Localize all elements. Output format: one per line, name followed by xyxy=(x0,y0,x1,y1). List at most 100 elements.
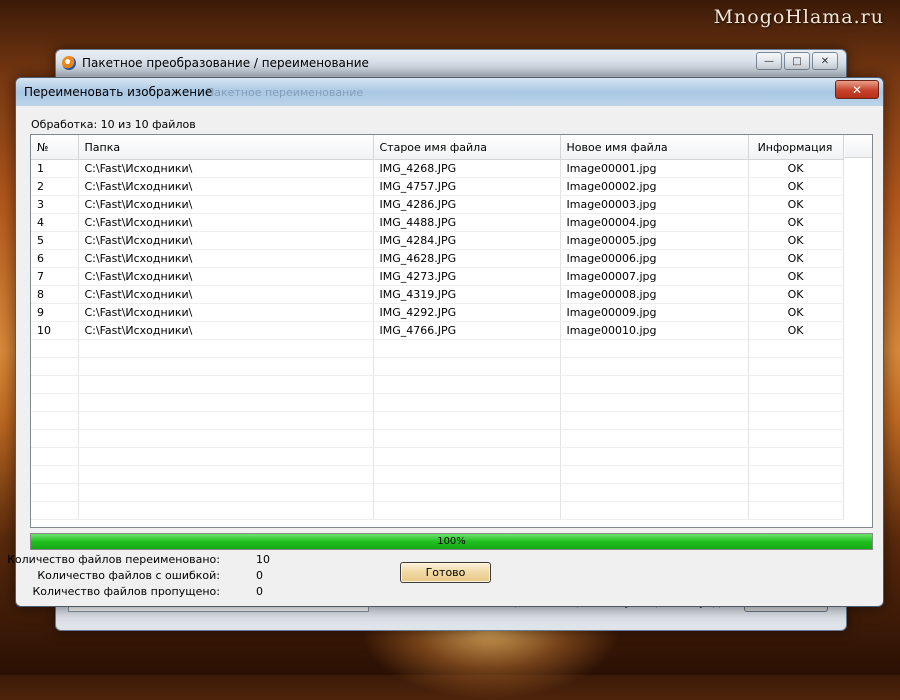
table-row[interactable]: 1 C:\Fast\Исходники\ IMG_4268.JPG Image0000… xyxy=(31,159,844,178)
minimize-button[interactable]: — xyxy=(756,52,782,70)
table-row[interactable]: 2 C:\Fast\Исходники\ IMG_4757.JPG Image0000… xyxy=(31,177,844,196)
table-row[interactable]: 5 C:\Fast\Исходники\ IMG_4284.JPG Image0000… xyxy=(31,231,844,250)
cell-number: 10 xyxy=(31,321,79,340)
cell-number: 3 xyxy=(31,195,79,214)
cell-number: 7 xyxy=(31,267,79,286)
table-row[interactable]: 10 C:\Fast\Исходники\ IMG_4766.JPG Image000… xyxy=(31,321,844,340)
cell-old-name: IMG_4628.JPG xyxy=(373,249,561,268)
cell-folder: C:\Fast\Исходники\ xyxy=(78,159,374,178)
cell-folder: C:\Fast\Исходники\ xyxy=(78,285,374,304)
cell-number: 5 xyxy=(31,231,79,250)
cell-old-name: IMG_4273.JPG xyxy=(373,267,561,286)
table-row[interactable]: 6 C:\Fast\Исходники\ IMG_4628.JPG Image0000… xyxy=(31,249,844,268)
cell-folder: C:\Fast\Исходники\ xyxy=(78,195,374,214)
cell-new-name: Image00007.jpg xyxy=(560,267,749,286)
empty-row xyxy=(31,429,844,448)
stat-renamed: Количество файлов переименовано: 10 xyxy=(7,552,270,568)
cell-info: OK xyxy=(748,231,844,250)
stats-panel: Количество файлов переименовано: 10 Коли… xyxy=(7,552,270,600)
column-header-old-name[interactable]: Старое имя файла xyxy=(373,135,561,160)
dialog-title: Переименовать изображение xyxy=(24,85,213,99)
cell-new-name: Image00009.jpg xyxy=(560,303,749,322)
cell-old-name: IMG_4286.JPG xyxy=(373,195,561,214)
cell-info: OK xyxy=(748,321,844,340)
empty-row xyxy=(31,483,844,502)
stat-label: Количество файлов переименовано: xyxy=(7,553,220,566)
cell-new-name: Image00010.jpg xyxy=(560,321,749,340)
empty-row xyxy=(31,393,844,412)
empty-row xyxy=(31,357,844,376)
cell-info: OK xyxy=(748,303,844,322)
dialog-ghost-title: Пакетное переименование xyxy=(206,86,364,99)
cell-info: OK xyxy=(748,195,844,214)
cell-old-name: IMG_4319.JPG xyxy=(373,285,561,304)
cell-new-name: Image00005.jpg xyxy=(560,231,749,250)
cell-new-name: Image00003.jpg xyxy=(560,195,749,214)
cell-number: 1 xyxy=(31,159,79,178)
cell-folder: C:\Fast\Исходники\ xyxy=(78,231,374,250)
column-header-folder[interactable]: Папка xyxy=(78,135,374,160)
processing-status: Обработка: 10 из 10 файлов xyxy=(31,118,196,131)
column-header-new-name[interactable]: Новое имя файла xyxy=(560,135,749,160)
progress-bar: 100% xyxy=(30,533,873,550)
table-row[interactable]: 4 C:\Fast\Исходники\ IMG_4488.JPG Image0000… xyxy=(31,213,844,232)
maximize-button[interactable]: □ xyxy=(784,52,810,70)
done-button[interactable]: Готово xyxy=(400,562,491,583)
empty-row xyxy=(31,447,844,466)
header-filler xyxy=(845,135,872,158)
watermark: MnogoHlama.ru xyxy=(713,6,884,28)
cell-folder: C:\Fast\Исходники\ xyxy=(78,249,374,268)
table-row[interactable]: 3 C:\Fast\Исходники\ IMG_4286.JPG Image0000… xyxy=(31,195,844,214)
cell-folder: C:\Fast\Исходники\ xyxy=(78,177,374,196)
app-icon xyxy=(62,56,76,70)
cell-info: OK xyxy=(748,159,844,178)
cell-folder: C:\Fast\Исходники\ xyxy=(78,321,374,340)
cell-old-name: IMG_4766.JPG xyxy=(373,321,561,340)
empty-row xyxy=(31,339,844,358)
column-header-info[interactable]: Информация xyxy=(748,135,844,160)
table-row[interactable]: 8 C:\Fast\Исходники\ IMG_4319.JPG Image0000… xyxy=(31,285,844,304)
cell-folder: C:\Fast\Исходники\ xyxy=(78,303,374,322)
cell-new-name: Image00002.jpg xyxy=(560,177,749,196)
cell-new-name: Image00006.jpg xyxy=(560,249,749,268)
table-body: 1 C:\Fast\Исходники\ IMG_4268.JPG Image0000… xyxy=(31,159,844,520)
cell-info: OK xyxy=(748,285,844,304)
cell-info: OK xyxy=(748,249,844,268)
cell-old-name: IMG_4292.JPG xyxy=(373,303,561,322)
background-window-titlebar[interactable]: Пакетное преобразование / переименование… xyxy=(56,50,846,76)
stat-value: 0 xyxy=(256,585,263,598)
rename-dialog: Переименовать изображение Пакетное переи… xyxy=(7,77,884,607)
background-window-title: Пакетное преобразование / переименование xyxy=(82,56,369,70)
cell-info: OK xyxy=(748,177,844,196)
stat-skipped: Количество файлов пропущено: 0 xyxy=(30,584,270,600)
stat-label: Количество файлов с ошибкой: xyxy=(37,569,220,582)
cell-info: OK xyxy=(748,267,844,286)
column-header-number[interactable]: № xyxy=(31,135,79,160)
cell-number: 4 xyxy=(31,213,79,232)
cell-number: 9 xyxy=(31,303,79,322)
table-row[interactable]: 9 C:\Fast\Исходники\ IMG_4292.JPG Image0000… xyxy=(31,303,844,322)
dialog-body: Обработка: 10 из 10 файлов № Папка Старо… xyxy=(7,106,877,600)
cell-old-name: IMG_4757.JPG xyxy=(373,177,561,196)
close-button[interactable]: ✕ xyxy=(812,52,838,70)
cell-new-name: Image00004.jpg xyxy=(560,213,749,232)
cell-old-name: IMG_4268.JPG xyxy=(373,159,561,178)
cell-number: 6 xyxy=(31,249,79,268)
dialog-titlebar[interactable]: Переименовать изображение Пакетное переи… xyxy=(16,78,883,106)
window-controls: — □ ✕ xyxy=(756,52,838,70)
stat-label: Количество файлов пропущено: xyxy=(32,585,220,598)
table-row[interactable]: 7 C:\Fast\Исходники\ IMG_4273.JPG Image0000… xyxy=(31,267,844,286)
cell-info: OK xyxy=(748,213,844,232)
results-table[interactable]: № Папка Старое имя файла Новое имя файла… xyxy=(30,134,873,528)
cell-number: 2 xyxy=(31,177,79,196)
table-header-row: № Папка Старое имя файла Новое имя файла… xyxy=(31,135,844,160)
progress-label: 100% xyxy=(437,536,466,547)
empty-row xyxy=(31,375,844,394)
cell-new-name: Image00001.jpg xyxy=(560,159,749,178)
stat-errors: Количество файлов с ошибкой: 0 xyxy=(30,568,270,584)
cell-old-name: IMG_4488.JPG xyxy=(373,213,561,232)
empty-row xyxy=(31,501,844,520)
cell-folder: C:\Fast\Исходники\ xyxy=(78,213,374,232)
cell-new-name: Image00008.jpg xyxy=(560,285,749,304)
dialog-close-button[interactable]: ✕ xyxy=(835,80,879,99)
